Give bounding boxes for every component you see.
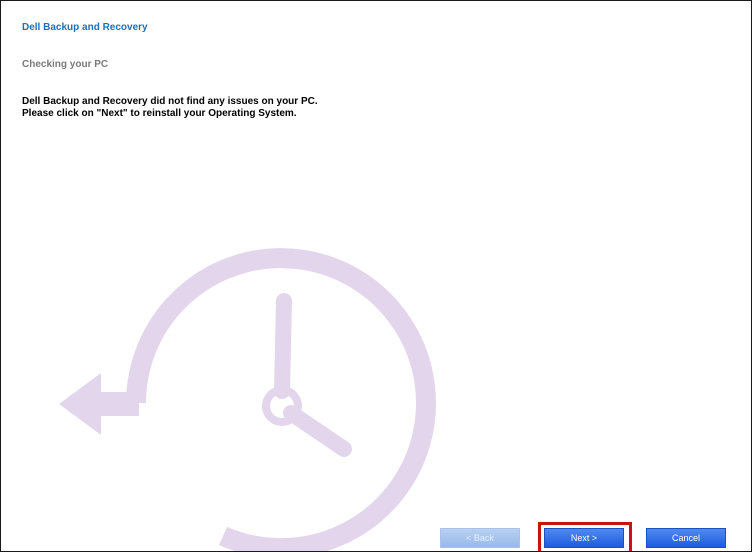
back-button[interactable]: < Back: [440, 528, 520, 548]
step-title: Checking your PC: [22, 59, 109, 70]
status-message-line-2: Please click on "Next" to reinstall your…: [22, 108, 297, 119]
cancel-button[interactable]: Cancel: [646, 528, 726, 548]
restore-clock-icon: [59, 248, 436, 551]
status-message-line-1: Dell Backup and Recovery did not find an…: [22, 96, 318, 107]
recovery-window: Dell Backup and Recovery Checking your P…: [0, 0, 752, 552]
status-message: Dell Backup and Recovery did not find an…: [22, 96, 318, 120]
next-button[interactable]: Next >: [544, 528, 624, 548]
app-title: Dell Backup and Recovery: [22, 22, 148, 33]
